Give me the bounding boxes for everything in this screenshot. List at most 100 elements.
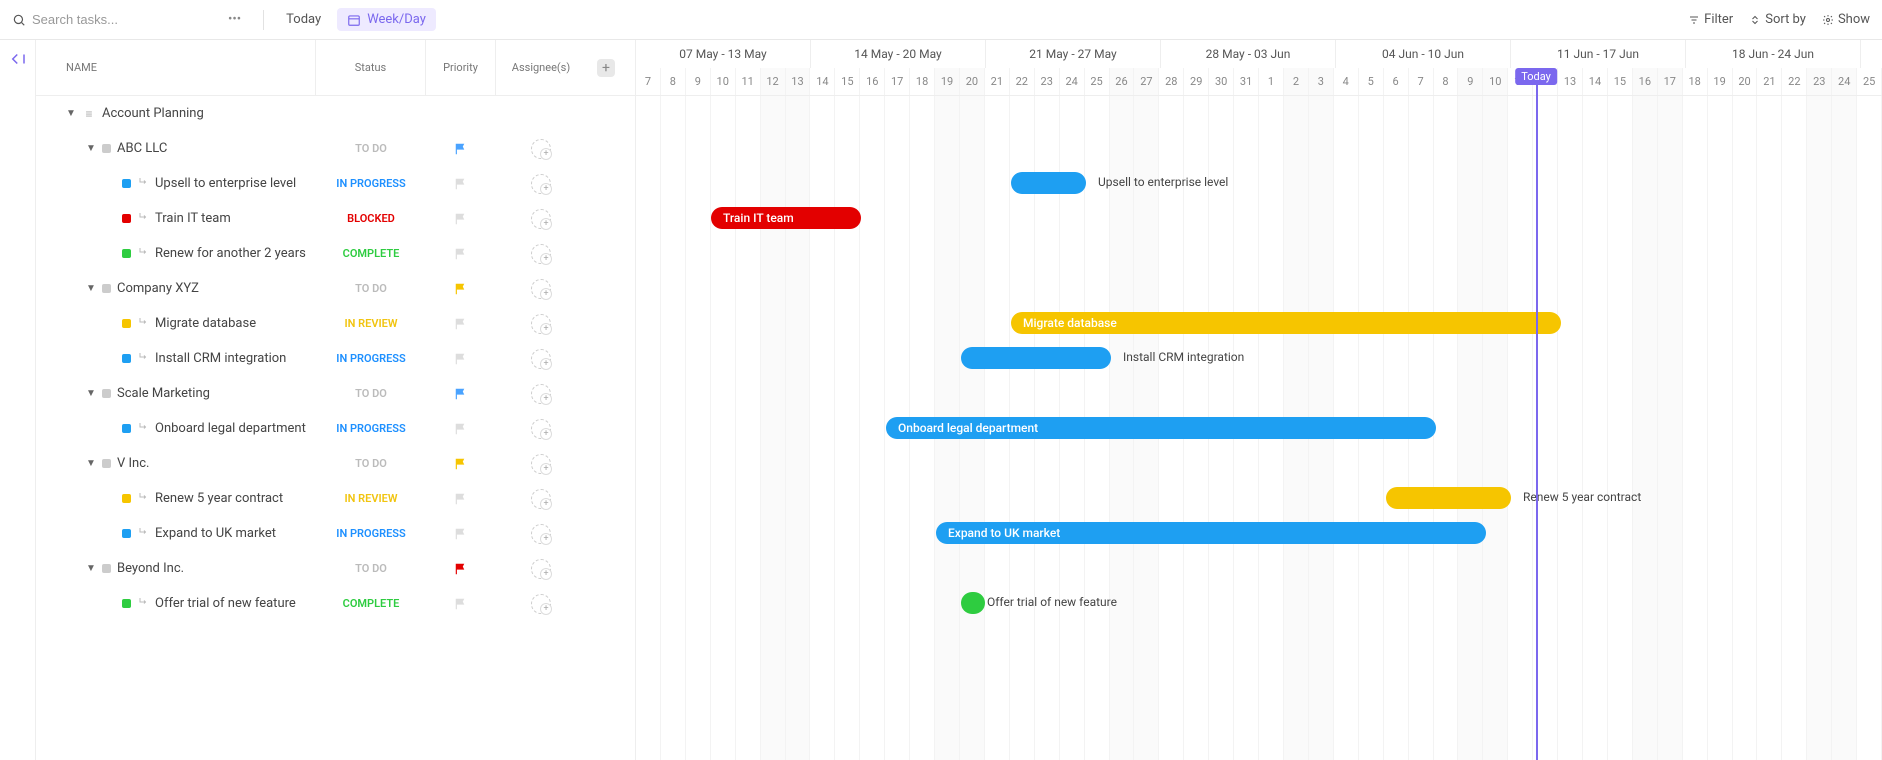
gantt-bar[interactable]: Migrate database	[1011, 312, 1561, 334]
collapse-sidebar-icon[interactable]	[9, 50, 27, 68]
filter-button[interactable]: Filter	[1688, 12, 1733, 27]
assignee-avatar[interactable]	[531, 559, 551, 579]
status-cell[interactable]: TO DO	[316, 562, 426, 575]
gantt-body[interactable]: Upsell to enterprise levelTrain IT teamM…	[636, 96, 1882, 760]
group-row[interactable]: ▼Scale MarketingTO DO	[36, 376, 635, 411]
col-priority-header[interactable]: Priority	[426, 40, 496, 95]
task-row[interactable]: ▼Offer trial of new featureCOMPLETE	[36, 586, 635, 621]
priority-cell[interactable]	[426, 247, 496, 261]
gantt-bar[interactable]	[1011, 172, 1086, 194]
gantt-bar[interactable]	[1386, 487, 1511, 509]
priority-cell[interactable]	[426, 422, 496, 436]
priority-cell[interactable]	[426, 282, 496, 296]
collapse-column	[0, 40, 36, 760]
assignee-cell[interactable]	[496, 524, 586, 544]
sortby-button[interactable]: Sort by	[1749, 12, 1806, 27]
assignee-avatar[interactable]	[531, 454, 551, 474]
priority-cell[interactable]	[426, 457, 496, 471]
assignee-avatar[interactable]	[531, 349, 551, 369]
assignee-cell[interactable]	[496, 174, 586, 194]
status-cell[interactable]: BLOCKED	[316, 212, 426, 225]
group-row[interactable]: ▼Company XYZTO DO	[36, 271, 635, 306]
priority-cell[interactable]	[426, 352, 496, 366]
priority-cell[interactable]	[426, 492, 496, 506]
today-button[interactable]: Today	[278, 8, 329, 31]
task-row[interactable]: ▼Renew 5 year contractIN REVIEW	[36, 481, 635, 516]
gantt-bar[interactable]: Train IT team	[711, 207, 861, 229]
gantt-bar[interactable]: Onboard legal department	[886, 417, 1436, 439]
priority-cell[interactable]	[426, 212, 496, 226]
priority-cell[interactable]	[426, 387, 496, 401]
gantt-bar[interactable]: Expand to UK market	[936, 522, 1486, 544]
expand-caret[interactable]: ▼	[86, 283, 96, 294]
priority-cell[interactable]	[426, 562, 496, 576]
assignee-cell[interactable]	[496, 139, 586, 159]
assignee-avatar[interactable]	[531, 524, 551, 544]
assignee-avatar[interactable]	[531, 174, 551, 194]
group-row[interactable]: ▼Beyond Inc.TO DO	[36, 551, 635, 586]
gantt-bar[interactable]	[961, 592, 985, 614]
task-row[interactable]: ▼Renew for another 2 yearsCOMPLETE	[36, 236, 635, 271]
assignee-cell[interactable]	[496, 279, 586, 299]
status-cell[interactable]: IN PROGRESS	[316, 527, 426, 540]
assignee-cell[interactable]	[496, 419, 586, 439]
status-cell[interactable]: IN REVIEW	[316, 317, 426, 330]
col-name-header[interactable]: NAME	[36, 40, 316, 95]
expand-caret[interactable]: ▼	[86, 458, 96, 469]
expand-caret[interactable]: ▼	[86, 388, 96, 399]
assignee-cell[interactable]	[496, 454, 586, 474]
assignee-avatar[interactable]	[531, 419, 551, 439]
priority-cell[interactable]	[426, 317, 496, 331]
more-icon[interactable]: •••	[220, 12, 249, 27]
col-assignee-header[interactable]: Assignee(s)	[496, 40, 586, 95]
assignee-cell[interactable]	[496, 349, 586, 369]
group-row[interactable]: ▼ABC LLCTO DO	[36, 131, 635, 166]
assignee-avatar[interactable]	[531, 489, 551, 509]
assignee-cell[interactable]	[496, 209, 586, 229]
search-input[interactable]	[32, 12, 182, 27]
show-button[interactable]: Show	[1822, 12, 1870, 27]
group-row[interactable]: ▼V Inc.TO DO	[36, 446, 635, 481]
status-cell[interactable]: TO DO	[316, 387, 426, 400]
expand-caret[interactable]: ▼	[86, 143, 96, 154]
task-row[interactable]: ▼Train IT teamBLOCKED	[36, 201, 635, 236]
assignee-cell[interactable]	[496, 244, 586, 264]
status-cell[interactable]: TO DO	[316, 282, 426, 295]
status-cell[interactable]: IN PROGRESS	[316, 422, 426, 435]
assignee-cell[interactable]	[496, 314, 586, 334]
priority-cell[interactable]	[426, 142, 496, 156]
gantt-bar[interactable]	[961, 347, 1111, 369]
status-cell[interactable]: TO DO	[316, 457, 426, 470]
expand-caret[interactable]: ▼	[66, 108, 76, 119]
group-row[interactable]: ▼≡Account Planning	[36, 96, 635, 131]
assignee-avatar[interactable]	[531, 209, 551, 229]
weekday-button[interactable]: Week/Day	[337, 8, 436, 31]
col-status-header[interactable]: Status	[316, 40, 426, 95]
task-row[interactable]: ▼Install CRM integrationIN PROGRESS	[36, 341, 635, 376]
status-cell[interactable]: TO DO	[316, 142, 426, 155]
assignee-avatar[interactable]	[531, 314, 551, 334]
task-row[interactable]: ▼Migrate databaseIN REVIEW	[36, 306, 635, 341]
assignee-cell[interactable]	[496, 559, 586, 579]
add-column-button[interactable]: +	[597, 59, 615, 77]
task-row[interactable]: ▼Upsell to enterprise levelIN PROGRESS	[36, 166, 635, 201]
expand-caret[interactable]: ▼	[86, 563, 96, 574]
task-row[interactable]: ▼Onboard legal departmentIN PROGRESS	[36, 411, 635, 446]
assignee-avatar[interactable]	[531, 244, 551, 264]
assignee-avatar[interactable]	[531, 384, 551, 404]
assignee-cell[interactable]	[496, 489, 586, 509]
status-cell[interactable]: COMPLETE	[316, 597, 426, 610]
priority-cell[interactable]	[426, 527, 496, 541]
assignee-avatar[interactable]	[531, 279, 551, 299]
priority-cell[interactable]	[426, 597, 496, 611]
task-row[interactable]: ▼Expand to UK marketIN PROGRESS	[36, 516, 635, 551]
assignee-cell[interactable]	[496, 384, 586, 404]
assignee-cell[interactable]	[496, 594, 586, 614]
status-cell[interactable]: COMPLETE	[316, 247, 426, 260]
status-cell[interactable]: IN REVIEW	[316, 492, 426, 505]
priority-cell[interactable]	[426, 177, 496, 191]
assignee-avatar[interactable]	[531, 139, 551, 159]
assignee-avatar[interactable]	[531, 594, 551, 614]
status-cell[interactable]: IN PROGRESS	[316, 177, 426, 190]
status-cell[interactable]: IN PROGRESS	[316, 352, 426, 365]
